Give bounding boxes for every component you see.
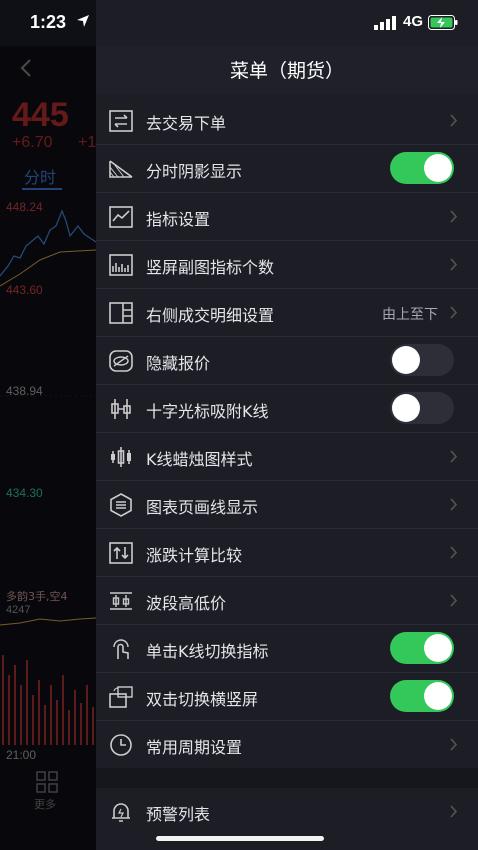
alarm-icon bbox=[112, 803, 130, 822]
toggle-knob bbox=[424, 154, 452, 182]
menu-list: 去交易下单 分时阴影显示 指标设置 竖屏副图指标个数 右侧成交明细设置 由上至下 bbox=[96, 97, 478, 835]
menu-item-band-high-low[interactable]: 波段高低价 bbox=[96, 577, 478, 625]
home-indicator[interactable] bbox=[156, 836, 324, 841]
menu-item-hide-quote[interactable]: 隐藏报价 bbox=[96, 337, 478, 385]
clock-icon bbox=[110, 734, 132, 756]
indicator-icon bbox=[109, 206, 133, 228]
updown-icon bbox=[109, 542, 133, 564]
hide-quote-toggle[interactable] bbox=[390, 344, 454, 376]
rotate-icon bbox=[109, 686, 133, 708]
menu-item-candle-style[interactable]: K线蜡烛图样式 bbox=[96, 433, 478, 481]
battery-charging-icon bbox=[428, 15, 458, 30]
menu-item-label: 常用周期设置 bbox=[146, 738, 243, 757]
menu-panel: 菜单（期货） 去交易下单 分时阴影显示 指标设置 竖屏副图指标个数 右侧成交明细… bbox=[96, 0, 478, 850]
menu-item-label: 隐藏报价 bbox=[146, 354, 211, 373]
menu-item-trade-detail[interactable]: 右侧成交明细设置 由上至下 bbox=[96, 289, 478, 337]
status-time: 1:23 bbox=[30, 12, 67, 32]
menu-item-label: 图表页画线显示 bbox=[146, 498, 259, 517]
location-arrow-icon bbox=[77, 15, 89, 27]
chevron-right-icon bbox=[450, 450, 458, 463]
menu-item-indicator[interactable]: 指标设置 bbox=[96, 193, 478, 241]
toggle-knob bbox=[392, 394, 420, 422]
menu-title: 菜单（期货） bbox=[229, 60, 344, 82]
menu-item-shadow[interactable]: 分时阴影显示 bbox=[96, 145, 478, 193]
signal-bars-icon bbox=[374, 16, 396, 30]
chevron-right-icon bbox=[450, 210, 458, 223]
menu-item-label: 涨跌计算比较 bbox=[146, 546, 243, 565]
chevron-right-icon bbox=[450, 498, 458, 511]
menu-item-label: 预警列表 bbox=[146, 805, 211, 824]
menu-item-label: 分时阴影显示 bbox=[146, 162, 243, 181]
section-gap bbox=[96, 768, 478, 788]
menu-item-label: 竖屏副图指标个数 bbox=[146, 258, 275, 277]
tap-icon bbox=[113, 639, 129, 659]
crosshair-snap-toggle[interactable] bbox=[390, 392, 454, 424]
toggle-knob bbox=[424, 682, 452, 710]
panel-right-icon bbox=[109, 302, 133, 324]
menu-item-label: 双击切换横竖屏 bbox=[146, 690, 259, 709]
eye-hidden-icon bbox=[109, 350, 133, 372]
crosshair-candle-icon bbox=[111, 399, 131, 419]
overlay-dimmer[interactable] bbox=[0, 46, 96, 850]
chevron-right-icon bbox=[450, 114, 458, 127]
menu-item-alert-list[interactable]: 预警列表 bbox=[96, 788, 478, 835]
chevron-right-icon bbox=[450, 805, 458, 818]
tap-switch-toggle[interactable] bbox=[390, 632, 454, 664]
menu-item-updown-calc[interactable]: 涨跌计算比较 bbox=[96, 529, 478, 577]
chevron-right-icon bbox=[450, 258, 458, 271]
chevron-right-icon bbox=[450, 546, 458, 559]
chevron-right-icon bbox=[450, 738, 458, 751]
menu-item-label: K线蜡烛图样式 bbox=[146, 450, 253, 469]
menu-item-label: 波段高低价 bbox=[146, 594, 227, 613]
menu-item-label: 指标设置 bbox=[146, 210, 211, 229]
menu-item-period-settings[interactable]: 常用周期设置 bbox=[96, 721, 478, 768]
menu-item-trade[interactable]: 去交易下单 bbox=[96, 97, 478, 145]
menu-item-double-tap-rotate[interactable]: 双击切换横竖屏 bbox=[96, 673, 478, 721]
candlestick-icon bbox=[111, 447, 131, 467]
toggle-knob bbox=[392, 346, 420, 374]
menu-item-label: 右侧成交明细设置 bbox=[146, 306, 275, 325]
subchart-icon bbox=[109, 254, 133, 276]
chevron-right-icon bbox=[450, 594, 458, 607]
chevron-right-icon bbox=[450, 306, 458, 319]
menu-item-tap-switch-indicator[interactable]: 单击K线切换指标 bbox=[96, 625, 478, 673]
shadow-icon bbox=[109, 160, 133, 178]
status-bar: 1:23 4G bbox=[0, 0, 478, 46]
menu-item-label: 单击K线切换指标 bbox=[146, 642, 269, 661]
toggle-knob bbox=[424, 634, 452, 662]
hexagon-lines-icon bbox=[110, 493, 132, 517]
menu-item-subchart-count[interactable]: 竖屏副图指标个数 bbox=[96, 241, 478, 289]
menu-item-crosshair-snap[interactable]: 十字光标吸附K线 bbox=[96, 385, 478, 433]
menu-item-label: 十字光标吸附K线 bbox=[146, 402, 269, 421]
double-tap-rotate-toggle[interactable] bbox=[390, 680, 454, 712]
band-icon bbox=[110, 592, 132, 610]
menu-item-draw-lines[interactable]: 图表页画线显示 bbox=[96, 481, 478, 529]
network-type: 4G bbox=[403, 13, 424, 30]
exchange-icon bbox=[109, 110, 133, 132]
menu-item-label: 去交易下单 bbox=[146, 114, 227, 133]
trade-detail-value: 由上至下 bbox=[382, 307, 438, 323]
shadow-toggle[interactable] bbox=[390, 152, 454, 184]
